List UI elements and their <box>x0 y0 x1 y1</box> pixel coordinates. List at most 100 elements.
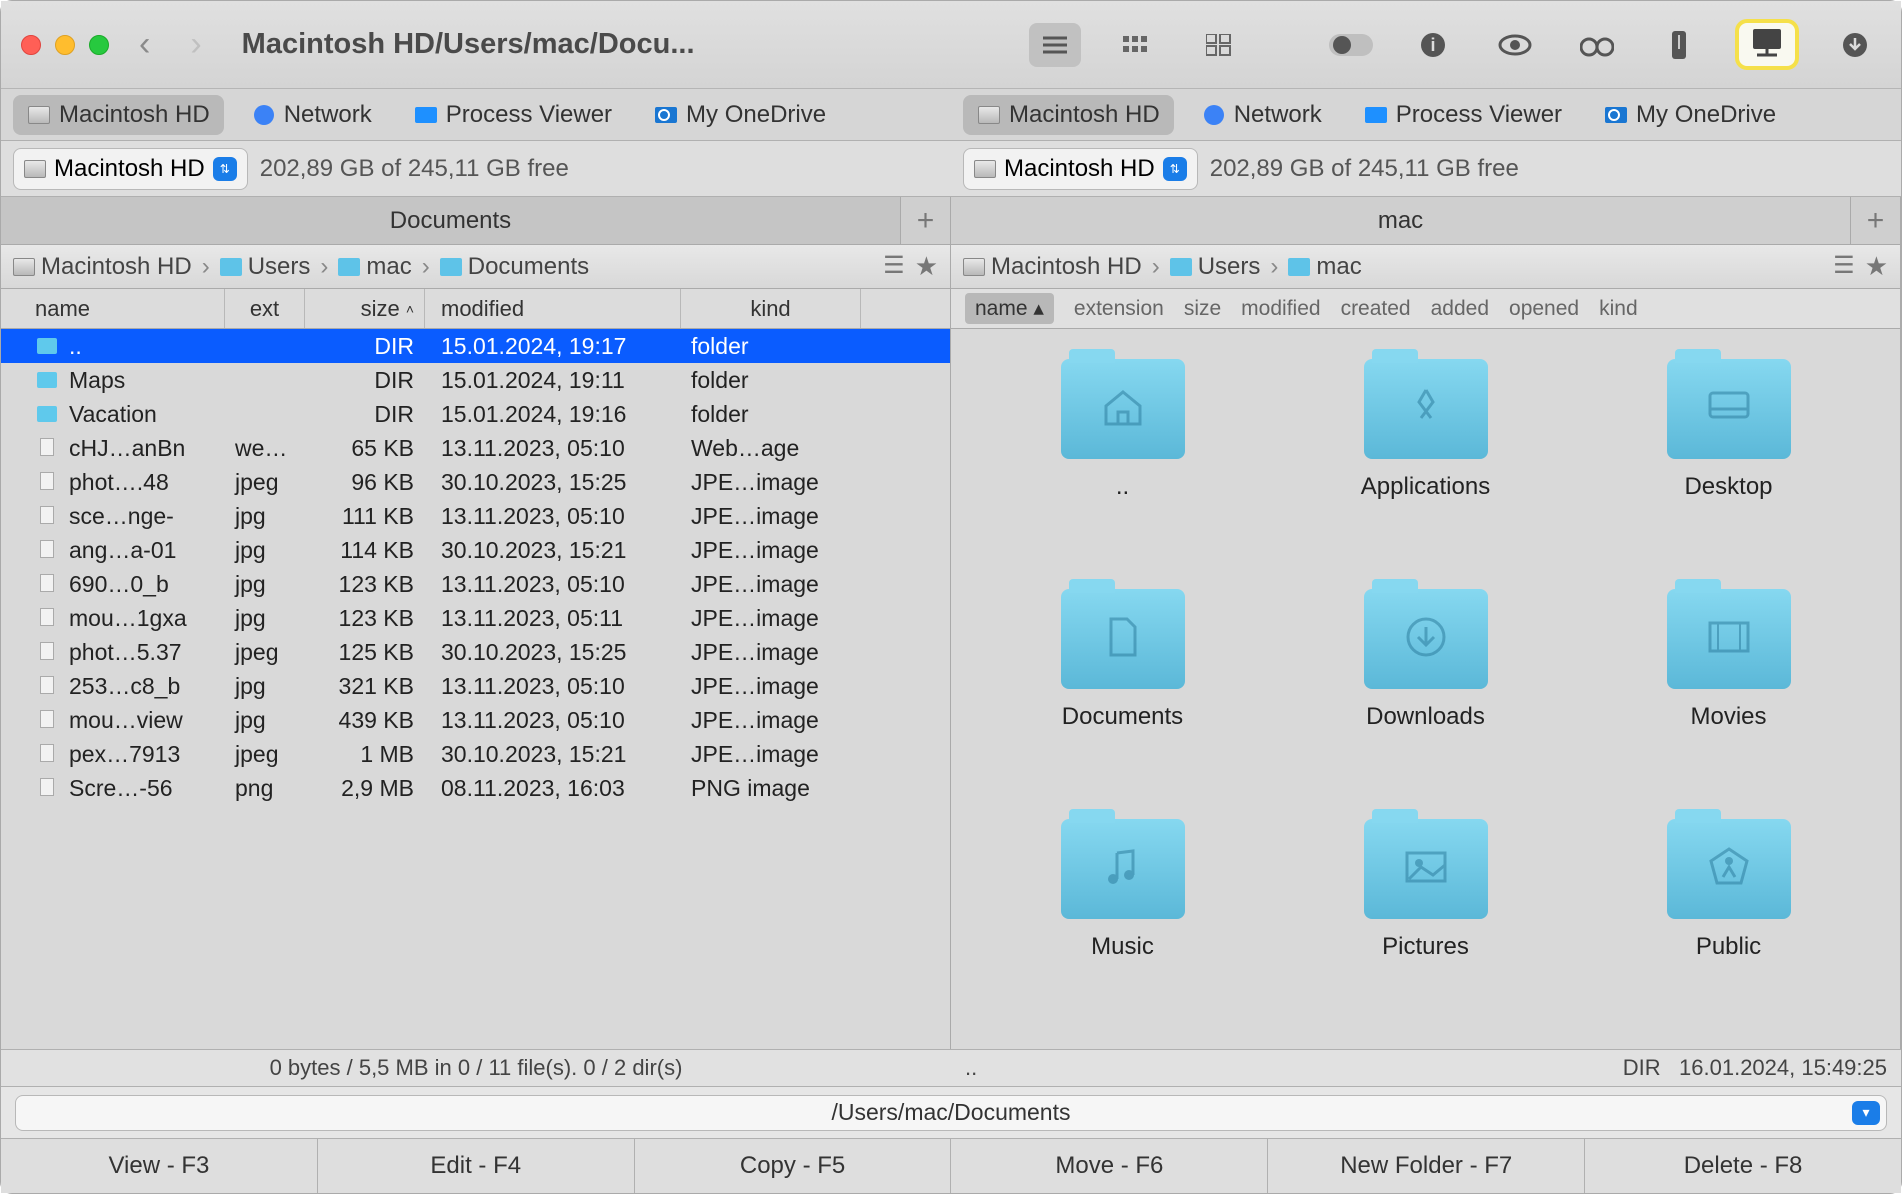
col-ext[interactable]: ext <box>225 289 305 328</box>
add-tab-right-button[interactable]: + <box>1851 197 1901 244</box>
file-row[interactable]: MapsDIR15.01.2024, 19:11folder <box>1 363 950 397</box>
sort-extension[interactable]: extension <box>1074 297 1164 321</box>
view-columns-button[interactable] <box>1111 23 1163 67</box>
file-row[interactable]: ang…a-01jpg114 KB30.10.2023, 15:21JPE…im… <box>1 533 950 567</box>
crumb-segment[interactable]: Users <box>220 253 311 281</box>
fav-tab-my-onedrive[interactable]: My OneDrive <box>1590 95 1790 135</box>
crumb-segment[interactable]: Macintosh HD <box>13 253 192 281</box>
path-dropdown-icon[interactable]: ▾ <box>1852 1101 1880 1125</box>
compress-button[interactable] <box>1653 23 1705 67</box>
file-row[interactable]: VacationDIR15.01.2024, 19:16folder <box>1 397 950 431</box>
sort-added[interactable]: added <box>1431 297 1489 321</box>
col-name[interactable]: name <box>1 289 225 328</box>
grid-item-applications[interactable]: Applications <box>1274 359 1577 579</box>
folder-icon <box>1288 258 1310 276</box>
od-icon <box>654 103 678 127</box>
file-size: 111 KB <box>305 503 425 530</box>
fav-tab-network[interactable]: Network <box>1188 95 1336 135</box>
file-row[interactable]: 253…c8_bjpg321 KB13.11.2023, 05:10JPE…im… <box>1 669 950 703</box>
file-row[interactable]: ..DIR15.01.2024, 19:17folder <box>1 329 950 363</box>
download-button[interactable] <box>1829 23 1881 67</box>
file-row[interactable]: mou…1gxajpg123 KB13.11.2023, 05:11JPE…im… <box>1 601 950 635</box>
file-size: 2,9 MB <box>305 775 425 802</box>
grid-item-desktop[interactable]: Desktop <box>1577 359 1880 579</box>
grid-item-public[interactable]: Public <box>1577 819 1880 1039</box>
nav-back-button[interactable]: ‹ <box>139 25 150 64</box>
file-kind: folder <box>681 367 861 394</box>
chevron-updown-icon: ⇅ <box>1163 157 1187 181</box>
fav-tab-process-viewer[interactable]: Process Viewer <box>1350 95 1576 135</box>
file-row[interactable]: pex…7913jpeg1 MB30.10.2023, 15:21JPE…ima… <box>1 737 950 771</box>
grid-item-downloads[interactable]: Downloads <box>1274 589 1577 809</box>
grid-item-pictures[interactable]: Pictures <box>1274 819 1577 1039</box>
minimize-window-button[interactable] <box>55 35 75 55</box>
sort-size[interactable]: size <box>1184 297 1221 321</box>
col-kind[interactable]: kind <box>681 289 861 328</box>
quicklook-button[interactable] <box>1489 23 1541 67</box>
fav-tab-network[interactable]: Network <box>238 95 386 135</box>
file-row[interactable]: phot….48jpeg96 KB30.10.2023, 15:25JPE…im… <box>1 465 950 499</box>
grid-item-documents[interactable]: Documents <box>971 589 1274 809</box>
binoculars-button[interactable] <box>1571 23 1623 67</box>
file-list-left[interactable]: ..DIR15.01.2024, 19:17folderMapsDIR15.01… <box>1 329 950 1049</box>
file-name: 253…c8_b <box>69 673 180 699</box>
desk-icon <box>1706 389 1752 430</box>
toggle-switch[interactable] <box>1325 23 1377 67</box>
add-tab-left-button[interactable]: + <box>901 197 951 244</box>
sort-name[interactable]: name ▴ <box>965 293 1054 324</box>
list-mode-icon[interactable]: ☰ <box>883 251 905 282</box>
network-share-button[interactable] <box>1735 19 1799 70</box>
fav-tab-macintosh-hd[interactable]: Macintosh HD <box>13 95 224 135</box>
list-mode-icon[interactable]: ☰ <box>1833 251 1855 282</box>
file-row[interactable]: sce…nge-jpg111 KB13.11.2023, 05:10JPE…im… <box>1 499 950 533</box>
function-keys-row: View - F3Edit - F4Copy - F5Move - F6New … <box>1 1139 1901 1193</box>
file-row[interactable]: cHJ…anBnwe…65 KB13.11.2023, 05:10Web…age <box>1 431 950 465</box>
sort-asc-icon: ˄ <box>406 301 414 317</box>
file-row[interactable]: mou…viewjpg439 KB13.11.2023, 05:10JPE…im… <box>1 703 950 737</box>
func-delete-button[interactable]: Delete - F8 <box>1585 1139 1901 1193</box>
close-window-button[interactable] <box>21 35 41 55</box>
grid-item-music[interactable]: Music <box>971 819 1274 1039</box>
fav-tab-macintosh-hd[interactable]: Macintosh HD <box>963 95 1174 135</box>
sort-created[interactable]: created <box>1341 297 1411 321</box>
col-size[interactable]: size ˄ <box>305 289 425 328</box>
func-edit-button[interactable]: Edit - F4 <box>318 1139 635 1193</box>
func-copy-button[interactable]: Copy - F5 <box>635 1139 952 1193</box>
nav-forward-button[interactable]: › <box>190 25 201 64</box>
grid-item-movies[interactable]: Movies <box>1577 589 1880 809</box>
crumb-segment[interactable]: Macintosh HD <box>963 253 1142 281</box>
view-list-button[interactable] <box>1029 23 1081 67</box>
func-new-button[interactable]: New Folder - F7 <box>1268 1139 1585 1193</box>
volume-selector-left[interactable]: Macintosh HD ⇅ <box>13 148 248 190</box>
crumb-segment[interactable]: mac <box>1288 253 1361 281</box>
favorite-star-icon[interactable]: ★ <box>915 251 938 282</box>
left-pane: Macintosh HD›Users›mac›Documents ☰ ★ nam… <box>1 245 951 1049</box>
folder-icon <box>1364 819 1488 919</box>
file-row[interactable]: 690…0_bjpg123 KB13.11.2023, 05:10JPE…ima… <box>1 567 950 601</box>
file-row[interactable]: phot…5.37jpeg125 KB30.10.2023, 15:25JPE…… <box>1 635 950 669</box>
folder-icon <box>1061 359 1185 459</box>
volume-selector-right[interactable]: Macintosh HD ⇅ <box>963 148 1198 190</box>
file-row[interactable]: Scre…-56png2,9 MB08.11.2023, 16:03PNG im… <box>1 771 950 805</box>
func-view-button[interactable]: View - F3 <box>1 1139 318 1193</box>
pane-tab-left[interactable]: Documents <box>1 197 901 244</box>
fav-tab-process-viewer[interactable]: Process Viewer <box>400 95 626 135</box>
path-input[interactable]: /Users/mac/Documents ▾ <box>15 1095 1887 1131</box>
sort-kind[interactable]: kind <box>1599 297 1638 321</box>
info-button[interactable]: i <box>1407 23 1459 67</box>
icon-grid-right[interactable]: ..ApplicationsDesktop DocumentsDownloadsM… <box>951 329 1900 1049</box>
maximize-window-button[interactable] <box>89 35 109 55</box>
mov-icon <box>1706 619 1752 660</box>
sort-opened[interactable]: opened <box>1509 297 1579 321</box>
crumb-segment[interactable]: Documents <box>440 253 589 281</box>
favorite-star-icon[interactable]: ★ <box>1865 251 1888 282</box>
crumb-segment[interactable]: mac <box>338 253 411 281</box>
func-move-button[interactable]: Move - F6 <box>951 1139 1268 1193</box>
col-modified[interactable]: modified <box>425 289 681 328</box>
view-grid-button[interactable] <box>1193 23 1245 67</box>
pane-tab-right[interactable]: mac <box>951 197 1851 244</box>
sort-modified[interactable]: modified <box>1241 297 1320 321</box>
grid-item-..[interactable]: .. <box>971 359 1274 579</box>
crumb-segment[interactable]: Users <box>1170 253 1261 281</box>
fav-tab-my-onedrive[interactable]: My OneDrive <box>640 95 840 135</box>
